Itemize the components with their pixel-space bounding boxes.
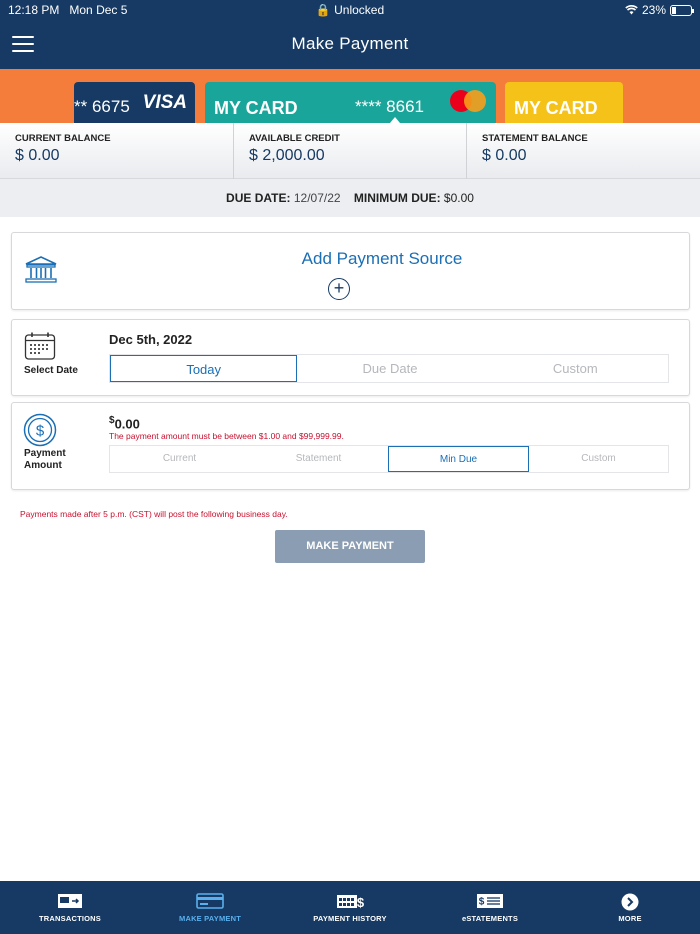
balance-summary: CURRENT BALANCE $ 0.00 AVAILABLE CREDIT … bbox=[0, 123, 700, 179]
battery-fill bbox=[672, 6, 676, 14]
date-option-today[interactable]: Today bbox=[110, 355, 298, 382]
amount-option-statement[interactable]: Statement bbox=[249, 446, 388, 472]
nav-make-payment[interactable]: MAKE PAYMENT bbox=[140, 881, 280, 934]
cutoff-notice: Payments made after 5 p.m. (CST) will po… bbox=[20, 509, 288, 519]
mastercard-logo-icon bbox=[450, 90, 486, 112]
available-credit-value: $ 2,000.00 bbox=[249, 147, 325, 164]
nav-transactions[interactable]: TRANSACTIONS bbox=[0, 881, 140, 934]
amount-option-custom[interactable]: Custom bbox=[529, 446, 668, 472]
nav-estatements-label: eSTATEMENTS bbox=[461, 914, 519, 923]
svg-text:$: $ bbox=[36, 423, 45, 440]
amount-options: Current Statement Min Due Custom bbox=[109, 445, 669, 473]
minimum-due-label: MINIMUM DUE: bbox=[353, 191, 441, 205]
dollar-circle-icon: $ bbox=[23, 413, 57, 447]
payment-amount-panel: $ Payment Amount $0.00 The payment amoun… bbox=[11, 402, 690, 490]
selected-card-name: MY CARD bbox=[214, 98, 298, 118]
amount-error-message: The payment amount must be between $1.00… bbox=[109, 431, 344, 441]
minimum-due-value: $0.00 bbox=[443, 191, 474, 205]
payment-source-panel[interactable]: Add Payment Source + bbox=[11, 232, 690, 310]
battery-percent: 23% bbox=[641, 3, 666, 17]
available-credit: AVAILABLE CREDIT $ 2,000.00 bbox=[233, 123, 466, 179]
nav-make-payment-label: MAKE PAYMENT bbox=[179, 914, 241, 923]
available-credit-label: AVAILABLE CREDIT bbox=[249, 133, 340, 144]
card-carousel[interactable]: ** 6675 VISA MY CARD **** 8661 MY CARD bbox=[0, 69, 700, 123]
visa-logo: VISA bbox=[142, 92, 187, 113]
current-balance-value: $ 0.00 bbox=[15, 147, 60, 164]
wifi-icon bbox=[625, 5, 638, 15]
selected-card-tab[interactable]: MY CARD **** 8661 bbox=[205, 82, 496, 123]
date-options: Today Due Date Custom bbox=[109, 354, 669, 383]
add-payment-source-link[interactable]: Add Payment Source bbox=[12, 249, 700, 269]
status-right: 23% bbox=[625, 3, 694, 17]
payment-amount-label-line1: Payment bbox=[24, 448, 66, 459]
due-info-bar: DUE DATE: 12/07/22 MINIMUM DUE: $0.00 bbox=[0, 179, 700, 217]
due-date-label: DUE DATE: bbox=[226, 191, 291, 205]
calendar-dollar-icon: $ bbox=[337, 895, 364, 909]
svg-text:$: $ bbox=[479, 897, 485, 908]
statement-balance-value: $ 0.00 bbox=[482, 147, 527, 164]
transactions-icon bbox=[58, 894, 82, 908]
svg-text:$: $ bbox=[357, 895, 364, 909]
statement-icon: $ bbox=[477, 894, 503, 908]
next-card-name: MY CARD bbox=[514, 98, 598, 118]
status-bar: 12:18 PM Mon Dec 5 🔒 Unlocked 23% bbox=[0, 0, 700, 20]
selected-date-value: Dec 5th, 2022 bbox=[109, 332, 193, 347]
nav-transactions-label: TRANSACTIONS bbox=[39, 914, 101, 923]
calendar-icon bbox=[24, 332, 56, 360]
chevron-right-circle-icon bbox=[621, 893, 639, 911]
bottom-nav: TRANSACTIONS MAKE PAYMENT $ PAYMENT HIST… bbox=[0, 881, 700, 934]
add-circle-icon[interactable]: + bbox=[328, 278, 350, 300]
payment-amount-value[interactable]: $0.00 bbox=[109, 415, 140, 431]
nav-more-label: MORE bbox=[618, 914, 642, 923]
amount-option-min-due[interactable]: Min Due bbox=[388, 446, 529, 472]
nav-more[interactable]: MORE bbox=[560, 881, 700, 934]
date-option-due-date[interactable]: Due Date bbox=[297, 355, 482, 382]
nav-payment-history[interactable]: $ PAYMENT HISTORY bbox=[280, 881, 420, 934]
page-title: Make Payment bbox=[291, 34, 409, 53]
date-option-custom[interactable]: Custom bbox=[483, 355, 668, 382]
next-card-tab[interactable]: MY CARD bbox=[505, 82, 623, 123]
amount-option-current[interactable]: Current bbox=[110, 446, 249, 472]
lock-label: Unlocked bbox=[334, 3, 385, 17]
selected-card-number: **** 8661 bbox=[355, 97, 425, 116]
battery-icon bbox=[670, 4, 694, 16]
statement-balance: STATEMENT BALANCE $ 0.00 bbox=[466, 123, 700, 179]
nav-estatements[interactable]: $ eSTATEMENTS bbox=[420, 881, 560, 934]
visa-card-tab[interactable]: ** 6675 VISA bbox=[74, 82, 195, 123]
statement-balance-label: STATEMENT BALANCE bbox=[482, 133, 588, 144]
card-icon bbox=[196, 893, 224, 909]
select-date-label: Select Date bbox=[24, 365, 78, 376]
nav-payment-history-label: PAYMENT HISTORY bbox=[313, 914, 387, 923]
make-payment-button[interactable]: MAKE PAYMENT bbox=[275, 530, 425, 563]
lock-status: 🔒 Unlocked bbox=[0, 3, 700, 17]
lock-icon: 🔒 bbox=[315, 3, 331, 17]
top-bar: 12:18 PM Mon Dec 5 🔒 Unlocked 23% Make P… bbox=[0, 0, 700, 69]
current-balance: CURRENT BALANCE $ 0.00 bbox=[0, 123, 233, 179]
payment-amount-label-line2: Amount bbox=[24, 460, 62, 471]
due-date-value: 12/07/22 bbox=[293, 191, 341, 205]
visa-card-number: ** 6675 bbox=[74, 97, 130, 116]
current-balance-label: CURRENT BALANCE bbox=[15, 133, 111, 144]
select-date-panel: Select Date Dec 5th, 2022 Today Due Date… bbox=[11, 319, 690, 396]
